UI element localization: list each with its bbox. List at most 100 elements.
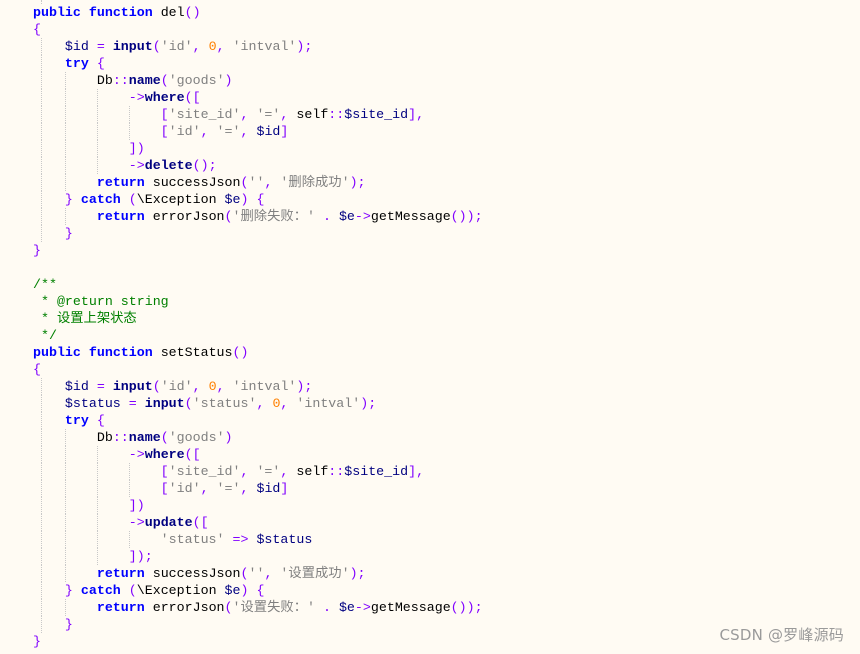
code-line: } bbox=[33, 633, 483, 650]
code-token: (); bbox=[192, 158, 217, 173]
code-token: ([ bbox=[184, 447, 201, 462]
code-line: ]) bbox=[33, 140, 483, 157]
code-token: ]); bbox=[128, 549, 153, 564]
indent-guide bbox=[41, 480, 42, 497]
indent-guide bbox=[41, 514, 42, 531]
code-token: del bbox=[160, 5, 185, 20]
code-line: ['site_id', '=', self::$site_id], bbox=[33, 463, 483, 480]
indent-guide bbox=[65, 123, 66, 140]
code-token: 'status' bbox=[160, 532, 225, 547]
code-token: $id bbox=[256, 124, 281, 139]
code-token: -> bbox=[128, 90, 145, 105]
indent-guide bbox=[41, 157, 42, 174]
indent-guide bbox=[97, 463, 98, 480]
code-token: 'goods' bbox=[168, 73, 225, 88]
code-token: { bbox=[96, 56, 105, 71]
code-token: self bbox=[296, 107, 329, 122]
code-token: 'id' bbox=[160, 379, 193, 394]
code-line: ->update([ bbox=[33, 514, 483, 531]
indent-guide bbox=[41, 616, 42, 633]
indent-guide bbox=[41, 208, 42, 225]
code-token: errorJson bbox=[152, 209, 225, 224]
indent-guide bbox=[41, 106, 42, 123]
indent-guide bbox=[65, 599, 66, 616]
code-token: input bbox=[112, 379, 153, 394]
indent-guide bbox=[65, 429, 66, 446]
code-token: ()); bbox=[450, 209, 483, 224]
code-token: \Exception bbox=[136, 192, 217, 207]
code-line: ['id', '=', $id] bbox=[33, 123, 483, 140]
code-line: } bbox=[33, 242, 483, 259]
code-token: 'id' bbox=[168, 124, 201, 139]
code-token: ); bbox=[360, 396, 377, 411]
code-line: ->where([ bbox=[33, 446, 483, 463]
code-line: Db::name('goods') bbox=[33, 429, 483, 446]
code-line: return errorJson('删除失败：' . $e->getMessag… bbox=[33, 208, 483, 225]
indent-guide bbox=[97, 106, 98, 123]
indent-guide bbox=[65, 208, 66, 225]
code-token: ], bbox=[408, 464, 425, 479]
indent-guide bbox=[65, 548, 66, 565]
code-token: ( bbox=[160, 430, 169, 445]
code-token: ( bbox=[184, 396, 193, 411]
code-editor[interactable]: public function del(){ $id = input('id',… bbox=[0, 0, 860, 654]
code-token: { bbox=[96, 413, 105, 428]
indent-guide bbox=[41, 38, 42, 55]
code-token: $id bbox=[64, 379, 89, 394]
code-line: try { bbox=[33, 55, 483, 72]
code-line: 'status' => $status bbox=[33, 531, 483, 548]
code-line: * @return string bbox=[33, 293, 483, 310]
code-token: { bbox=[256, 192, 265, 207]
code-token: ( bbox=[224, 600, 233, 615]
code-token: return bbox=[96, 209, 145, 224]
code-token: ) bbox=[224, 73, 233, 88]
code-token: -> bbox=[128, 158, 145, 173]
indent-guide bbox=[97, 123, 98, 140]
code-line: try { bbox=[33, 412, 483, 429]
code-token: '=' bbox=[256, 464, 281, 479]
indent-guide bbox=[41, 174, 42, 191]
code-token: , bbox=[216, 39, 225, 54]
code-token: } bbox=[64, 583, 73, 598]
code-token: $e bbox=[338, 209, 355, 224]
code-token: function bbox=[88, 5, 153, 20]
code-token: :: bbox=[112, 73, 129, 88]
indent-guide bbox=[41, 548, 42, 565]
code-line: /** bbox=[33, 276, 483, 293]
code-token: /** bbox=[33, 277, 57, 292]
code-token: Db bbox=[96, 430, 113, 445]
code-token: -> bbox=[128, 515, 145, 530]
code-token: ()); bbox=[450, 600, 483, 615]
code-token: { bbox=[256, 583, 265, 598]
code-line: public function setStatus() bbox=[33, 344, 483, 361]
code-token: { bbox=[33, 22, 41, 37]
code-token: 'intval' bbox=[296, 396, 361, 411]
code-token: '' bbox=[248, 175, 265, 190]
code-token: catch bbox=[80, 192, 121, 207]
code-token: [ bbox=[160, 481, 169, 496]
code-line: */ bbox=[33, 327, 483, 344]
code-token: ( bbox=[160, 73, 169, 88]
indent-guide bbox=[41, 395, 42, 412]
code-token: ) bbox=[240, 583, 249, 598]
indent-guide bbox=[129, 106, 130, 123]
